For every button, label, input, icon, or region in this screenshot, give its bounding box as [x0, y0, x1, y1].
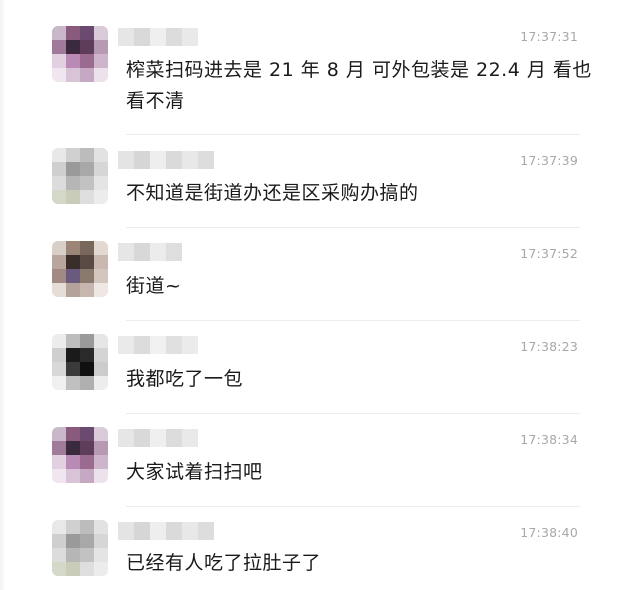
message-timestamp: 17:38:23	[520, 339, 578, 354]
message-timestamp: 17:37:52	[520, 246, 578, 261]
message-text[interactable]: 不知道是街道办还是区采购办搞的	[126, 178, 596, 209]
message-divider	[126, 506, 580, 507]
message-timestamp: 17:38:34	[520, 432, 578, 447]
blurred-avatar-icon[interactable]	[52, 26, 108, 82]
message-timestamp: 17:38:40	[520, 525, 578, 540]
blurred-avatar-icon[interactable]	[52, 241, 108, 297]
blurred-sender-name	[118, 429, 198, 447]
blurred-avatar-icon[interactable]	[52, 427, 108, 483]
message-text[interactable]: 榨菜扫码进去是 21 年 8 月 可外包装是 22.4 月 看也看不清	[126, 55, 596, 117]
message-divider	[126, 320, 580, 321]
message-text[interactable]: 已经有人吃了拉肚子了	[126, 548, 596, 579]
message-text[interactable]: 大家试着扫扫吧	[126, 457, 596, 488]
blurred-avatar-icon[interactable]	[52, 334, 108, 390]
message-timestamp: 17:37:31	[520, 29, 578, 44]
blurred-avatar-icon[interactable]	[52, 148, 108, 204]
message-divider	[126, 134, 580, 135]
chat-message-list: 17:37:31 榨菜扫码进去是 21 年 8 月 可外包装是 22.4 月 看…	[0, 0, 640, 590]
blurred-sender-name	[118, 28, 198, 46]
message-divider	[126, 227, 580, 228]
blurred-sender-name	[118, 522, 214, 540]
message-text[interactable]: 我都吃了一包	[126, 364, 596, 395]
blurred-sender-name	[118, 151, 214, 169]
left-edge-shadow	[0, 0, 6, 590]
message-divider	[126, 413, 580, 414]
blurred-sender-name	[118, 336, 198, 354]
blurred-sender-name	[118, 243, 182, 261]
blurred-avatar-icon[interactable]	[52, 520, 108, 576]
message-text[interactable]: 街道~	[126, 271, 596, 302]
message-timestamp: 17:37:39	[520, 153, 578, 168]
